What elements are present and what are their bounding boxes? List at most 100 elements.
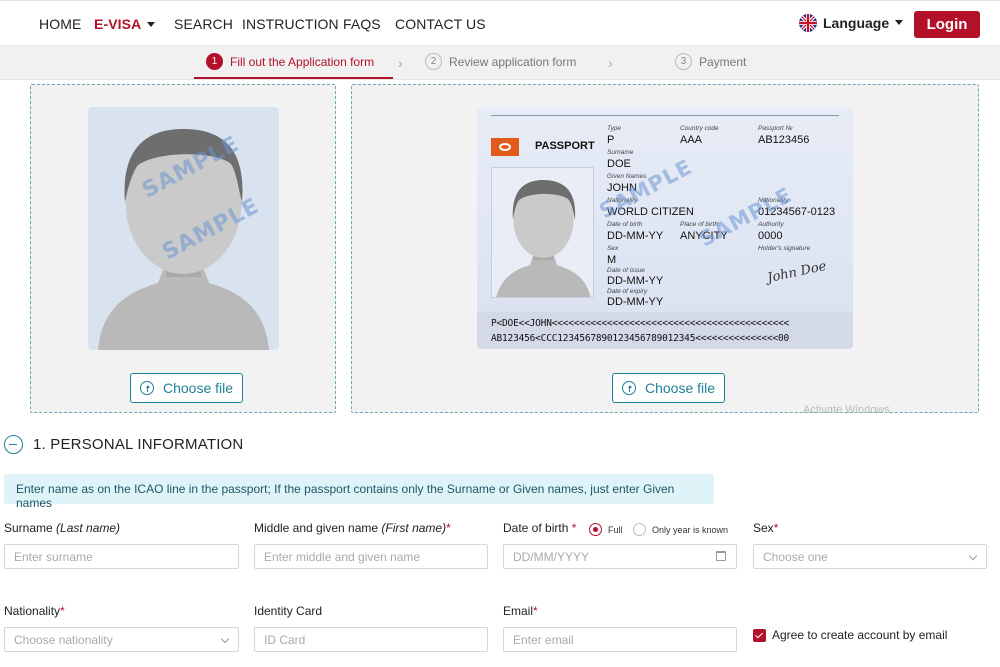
given-name-input[interactable]: Enter middle and given name (254, 544, 488, 569)
given-name-label: Middle and given name (First name)* (254, 521, 451, 535)
step-fill-form[interactable]: 1 Fill out the Application form (206, 53, 374, 70)
passport-emblem-icon (491, 138, 519, 156)
pp-signature-label: Holder's signature (758, 245, 811, 252)
dob-label-text: Date of birth (503, 521, 569, 535)
uk-flag-icon (799, 14, 817, 32)
passport-title: PASSPORT (535, 140, 595, 152)
agree-label: Agree to create account by email (772, 628, 948, 642)
dob-label: Date of birth * (503, 521, 576, 535)
pp-dob: DD-MM-YY (607, 230, 664, 242)
mrz-line-2: AB123456<CCC1234567890123456789012345<<<… (491, 333, 790, 344)
upload-icon (622, 381, 636, 395)
pp-issue: DD-MM-YY (607, 275, 664, 287)
pp-authority: 0000 (758, 230, 783, 242)
nav-search[interactable]: SEARCH (174, 16, 233, 32)
dob-input[interactable]: DD/MM/YYYY (503, 544, 737, 569)
chevron-down-icon (895, 19, 904, 25)
nationality-select[interactable]: Choose nationality (4, 627, 239, 652)
step-payment[interactable]: 3 Payment (675, 53, 746, 70)
pp-number: AB123456 (758, 134, 810, 146)
step-number: 2 (425, 53, 442, 70)
pp-type-label: Type (607, 125, 621, 132)
holder-signature: John Doe (766, 258, 828, 287)
given-label-text: Middle and given name (254, 521, 382, 535)
section-title: 1. PERSONAL INFORMATION (33, 436, 244, 453)
step-label: Review application form (449, 54, 577, 69)
personal-info-section-header[interactable]: 1. PERSONAL INFORMATION (4, 435, 243, 454)
nationality-label-text: Nationality (4, 604, 61, 618)
chevron-down-icon (968, 551, 978, 561)
email-label-text: Email (503, 604, 534, 618)
radio-label: Only year is known (652, 524, 729, 535)
surname-input[interactable]: Enter surname (4, 544, 239, 569)
chevron-right-icon: › (398, 55, 403, 71)
radio-selected-icon (589, 523, 602, 537)
identity-card-label: Identity Card (254, 604, 323, 618)
identity-card-input[interactable]: ID Card (254, 627, 488, 652)
nav-evisa-label: E-VISA (94, 16, 142, 32)
nationality-placeholder: Choose nationality (14, 633, 113, 647)
login-button[interactable]: Login (914, 11, 980, 38)
pp-number-label: Passport № (758, 125, 793, 132)
step-label: Payment (699, 54, 747, 69)
photo-choose-file-button[interactable]: Choose file (130, 373, 244, 403)
passport-choose-file-button[interactable]: Choose file (612, 373, 726, 403)
nav-home[interactable]: HOME (39, 16, 81, 32)
chevron-down-icon (147, 21, 156, 27)
sample-portrait-photo: SAMPLE SAMPLE (88, 107, 279, 350)
sex-label: Sex* (753, 521, 778, 535)
active-step-indicator (194, 77, 393, 79)
required-mark: * (60, 604, 65, 618)
choose-file-label: Choose file (163, 380, 234, 396)
nav-evisa[interactable]: E-VISA (94, 16, 156, 32)
pp-surname-label: Surname (607, 149, 634, 156)
email-input[interactable]: Enter email (503, 627, 737, 652)
dob-full-radio[interactable]: Full (589, 521, 623, 539)
collapse-icon[interactable] (4, 435, 23, 454)
email-label: Email* (503, 604, 538, 618)
sex-label-text: Sex (753, 521, 774, 535)
nationality-label: Nationality* (4, 604, 65, 618)
surname-label: Surname (Last name) (4, 521, 120, 535)
upload-icon (140, 381, 154, 395)
step-number: 1 (206, 53, 223, 70)
step-number: 3 (675, 53, 692, 70)
given-hint: (First name) (381, 521, 447, 535)
progress-steps: 1 Fill out the Application form › 2 Revi… (0, 45, 1000, 80)
passport-portrait-photo (491, 167, 594, 298)
language-label: Language (823, 15, 890, 31)
step-review[interactable]: 2 Review application form (425, 53, 576, 70)
sample-passport-image: PASSPORT Type P Country code AAA Passpor… (477, 107, 853, 349)
pp-type: P (607, 134, 615, 146)
pp-authority-label: Authority (758, 221, 784, 228)
nav-contact-us[interactable]: CONTACT US (395, 16, 486, 32)
calendar-icon[interactable] (716, 551, 726, 561)
sex-select[interactable]: Choose one (753, 544, 987, 569)
pp-issue-label: Date of issue (607, 267, 645, 274)
top-navigation: HOME E-VISA SEARCH INSTRUCTION FAQS CONT… (0, 0, 1000, 45)
chevron-right-icon: › (608, 55, 613, 71)
mrz-line-1: P<DOE<<JOHN<<<<<<<<<<<<<<<<<<<<<<<<<<<<<… (491, 318, 790, 329)
pp-dob-label: Date of birth (607, 221, 643, 228)
required-mark: * (773, 521, 779, 535)
surname-hint: (Last name) (56, 521, 121, 535)
step-label: Fill out the Application form (230, 54, 375, 69)
pp-surname: DOE (607, 158, 631, 170)
pp-expiry-label: Date of expiry (607, 288, 648, 295)
language-selector[interactable]: Language (799, 14, 904, 32)
required-mark: * (446, 521, 451, 535)
pp-expiry: DD-MM-YY (607, 296, 664, 308)
pp-country-label: Country code (680, 125, 719, 132)
radio-label: Full (608, 524, 623, 535)
pp-country: AAA (680, 134, 703, 146)
radio-unselected-icon (633, 523, 646, 537)
dob-year-radio[interactable]: Only year is known (633, 521, 728, 539)
dob-placeholder: DD/MM/YYYY (513, 550, 590, 564)
chevron-down-icon (220, 634, 230, 644)
name-instruction-notice: Enter name as on the ICAO line in the pa… (4, 474, 714, 510)
surname-label-text: Surname (4, 521, 57, 535)
os-watermark: Activate Windows (803, 404, 890, 416)
agree-checkbox[interactable] (753, 629, 766, 642)
nav-instruction[interactable]: INSTRUCTION (242, 16, 339, 32)
nav-faqs[interactable]: FAQS (343, 16, 381, 32)
